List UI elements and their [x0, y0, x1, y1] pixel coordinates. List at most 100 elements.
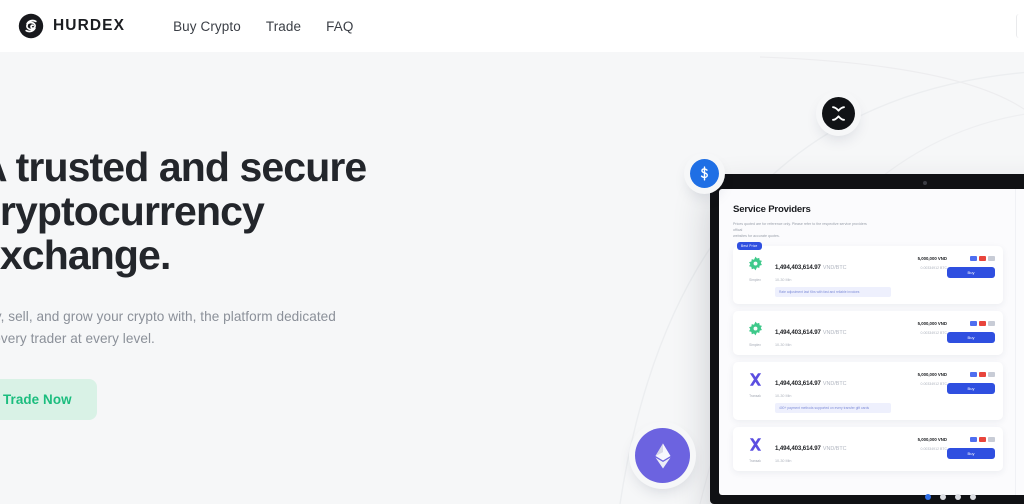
- nav-link-buy-crypto[interactable]: Buy Crypto: [173, 19, 241, 34]
- provider-logo: Transak: [740, 434, 770, 463]
- buy-button[interactable]: Buy: [947, 267, 995, 278]
- visa-icon: [970, 372, 977, 377]
- provider-actions: Buy: [947, 434, 995, 459]
- payment-method-icons: [947, 321, 995, 326]
- header-action-cutoff[interactable]: [1016, 14, 1024, 38]
- laptop-screen: Service Providers Prices quoted are for …: [719, 189, 1024, 495]
- provider-note: 400+ payment methods supported on every …: [775, 403, 891, 413]
- simplex-green-icon: [748, 256, 762, 271]
- provider-name: Transak: [749, 394, 761, 398]
- carousel-dot-4[interactable]: [970, 494, 976, 500]
- provider-actions: Buy: [947, 318, 995, 343]
- provider-price: 1,494,403,614.97: [775, 380, 821, 387]
- usd-coin-icon: [690, 159, 719, 188]
- payment-method-icons: [947, 256, 995, 261]
- provider-amount-block: 5,000,000 VND 0.00334912 BTC: [891, 253, 947, 270]
- bank-icon: [988, 321, 995, 326]
- provider-pair: VND/BTC: [822, 330, 847, 336]
- service-providers-panel: Service Providers Prices quoted are for …: [719, 189, 1015, 495]
- trade-now-button[interactable]: Trade Now: [0, 379, 97, 420]
- provider-pair: VND/BTC: [822, 265, 847, 271]
- laptop-camera-icon: [923, 180, 927, 185]
- nav-link-faq[interactable]: FAQ: [326, 19, 353, 34]
- provider-price-block: 1,494,403,614.97 VND/BTC 10-30 Min: [770, 318, 891, 347]
- provider-amount-block: 5,000,000 VND 0.00334912 BTC: [891, 318, 947, 335]
- provider-pair: VND/BTC: [822, 446, 847, 452]
- provider-amount-sub: 0.00334912 BTC: [920, 331, 947, 335]
- laptop-mockup: Service Providers Prices quoted are for …: [710, 174, 1024, 504]
- provider-amount: 5,000,000 VND: [917, 256, 947, 261]
- provider-actions: Buy: [947, 369, 995, 394]
- provider-amount: 5,000,000 VND: [917, 372, 947, 377]
- ethereum-coin-icon: [635, 428, 690, 483]
- mastercard-icon: [979, 437, 986, 442]
- buy-button[interactable]: Buy: [947, 383, 995, 394]
- buy-button[interactable]: Buy: [947, 448, 995, 459]
- provider-amount: 5,000,000 VND: [917, 437, 947, 442]
- provider-name: Simplex: [749, 278, 761, 282]
- provider-row[interactable]: Transak 1,494,403,614.97 VND/BTC 10-30 Mi…: [733, 362, 1003, 420]
- carousel-dot-1[interactable]: [925, 494, 931, 500]
- mastercard-icon: [979, 372, 986, 377]
- provider-logo: Transak: [740, 369, 770, 398]
- buy-button[interactable]: Buy: [947, 332, 995, 343]
- hero-section: A trusted and secure cryptocurrency exch…: [0, 52, 1024, 504]
- laptop-lid: Service Providers Prices quoted are for …: [710, 174, 1024, 504]
- provider-price-block: 1,494,403,614.97 VND/BTC 10-30 Min: [770, 434, 891, 463]
- provider-pair: VND/BTC: [822, 381, 847, 387]
- provider-amount-sub: 0.00334912 BTC: [920, 382, 947, 386]
- spiral-logo-icon: [18, 13, 44, 39]
- payment-method-icons: [947, 437, 995, 442]
- brand-name: HURDEX: [53, 17, 126, 34]
- provider-price: 1,494,403,614.97: [775, 445, 821, 452]
- carousel-dots: [925, 494, 976, 500]
- bank-icon: [988, 256, 995, 261]
- payment-method-icons: [947, 372, 995, 377]
- bank-icon: [988, 437, 995, 442]
- panel-description: Prices quoted are for reference only. Pl…: [733, 222, 867, 238]
- provider-price-block: 1,494,403,614.97 VND/BTC 10-30 Min 400+ p…: [770, 369, 891, 413]
- hero-copy: A trusted and secure cryptocurrency exch…: [0, 145, 448, 420]
- ripple-x-coin-icon: [822, 97, 855, 130]
- mastercard-icon: [979, 256, 986, 261]
- carousel-dot-2[interactable]: [940, 494, 946, 500]
- provider-time: 10-30 Min: [775, 459, 792, 463]
- provider-amount-block: 5,000,000 VND 0.00334912 BTC: [891, 369, 947, 386]
- brand-logo[interactable]: HURDEX: [18, 13, 125, 39]
- visa-icon: [970, 437, 977, 442]
- best-price-badge: Best Price: [737, 242, 762, 250]
- site-header: HURDEX Buy Crypto Trade FAQ: [0, 0, 1024, 52]
- provider-price: 1,494,403,614.97: [775, 329, 821, 336]
- mastercard-icon: [979, 321, 986, 326]
- provider-row[interactable]: Best Price Simplex 1,494,403,614.97 VND/B…: [733, 242, 1003, 304]
- provider-price: 1,494,403,614.97: [775, 264, 821, 271]
- provider-amount-sub: 0.00334912 BTC: [920, 266, 947, 270]
- carousel-dot-3[interactable]: [955, 494, 961, 500]
- provider-amount: 5,000,000 VND: [917, 321, 947, 326]
- transak-purple-icon: [749, 438, 761, 451]
- provider-row[interactable]: Transak 1,494,403,614.97 VND/BTC 10-30 Mi…: [733, 427, 1003, 471]
- provider-price-block: 1,494,403,614.97 VND/BTC 10-30 Min Rate a…: [770, 253, 891, 297]
- provider-logo: Simplex: [740, 318, 770, 347]
- provider-amount-sub: 0.00334912 BTC: [920, 447, 947, 451]
- provider-logo: Simplex: [740, 253, 770, 282]
- page-title: A trusted and secure cryptocurrency exch…: [0, 144, 367, 278]
- visa-icon: [970, 321, 977, 326]
- provider-time: 10-30 Min: [775, 278, 792, 282]
- simplex-green-icon: [748, 321, 762, 336]
- provider-name: Simplex: [749, 343, 761, 347]
- provider-time: 10-30 Min: [775, 343, 792, 347]
- hero-subtitle: Buy, sell, and grow your crypto with, th…: [0, 309, 336, 346]
- panel-title: Service Providers: [733, 204, 811, 215]
- provider-row[interactable]: Simplex 1,494,403,614.97 VND/BTC 10-30 Mi…: [733, 311, 1003, 355]
- provider-time: 10-30 Min: [775, 394, 792, 398]
- provider-actions: Buy: [947, 253, 995, 278]
- nav-link-trade[interactable]: Trade: [266, 19, 301, 34]
- bank-icon: [988, 372, 995, 377]
- provider-note: Rate adjustment last Kbs with fast and r…: [775, 287, 891, 297]
- transak-purple-icon: [749, 373, 761, 386]
- provider-name: Transak: [749, 459, 761, 463]
- visa-icon: [970, 256, 977, 261]
- main-nav: Buy Crypto Trade FAQ: [173, 19, 353, 34]
- buy-panel: Buy Pay 3,000,000 Receive approx 0.00201…: [1015, 189, 1024, 495]
